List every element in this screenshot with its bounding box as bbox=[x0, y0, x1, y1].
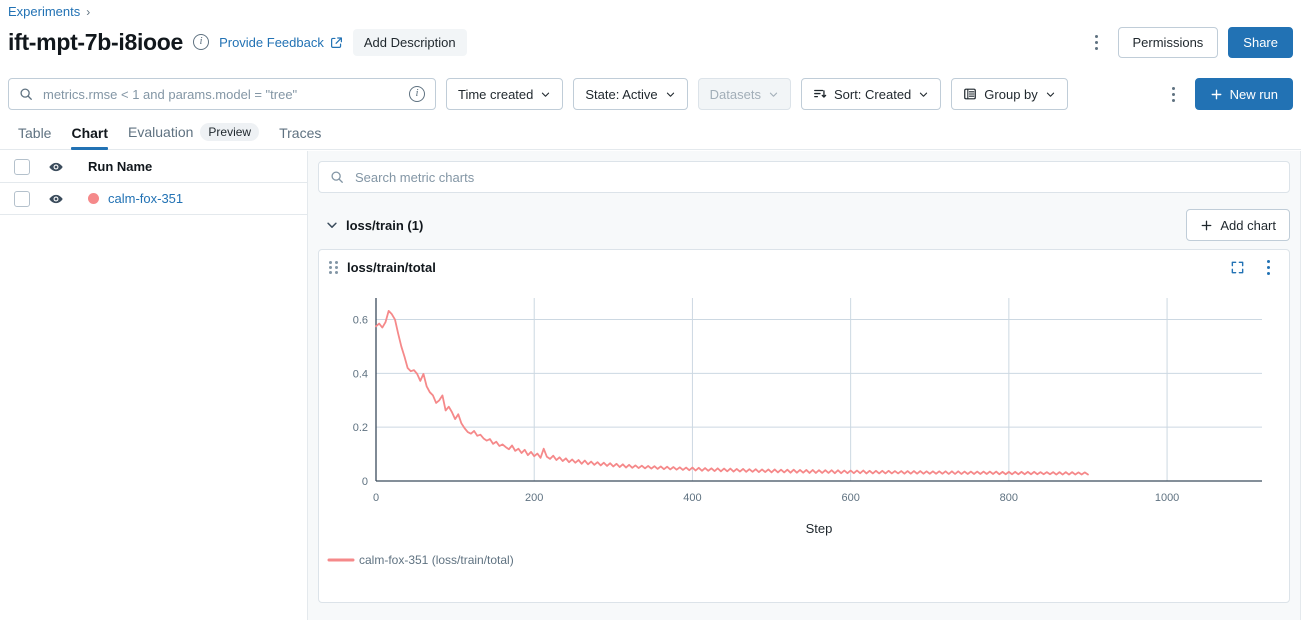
run-name-cell: calm-fox-351 bbox=[82, 191, 183, 206]
add-chart-button[interactable]: Add chart bbox=[1186, 209, 1290, 241]
x-axis-tick-label: 800 bbox=[1000, 492, 1018, 504]
search-info-icon[interactable]: i bbox=[409, 86, 425, 102]
page-title: ift-mpt-7b-i8iooe bbox=[8, 28, 184, 55]
add-description-button[interactable]: Add Description bbox=[352, 28, 467, 56]
chart-card-title: loss/train/total bbox=[347, 259, 436, 275]
chevron-down-icon bbox=[920, 92, 928, 97]
provide-feedback-link[interactable]: Provide Feedback bbox=[219, 35, 343, 50]
metric-search-box[interactable] bbox=[318, 161, 1290, 193]
x-axis-tick-label: 0 bbox=[373, 492, 379, 504]
info-icon[interactable]: i bbox=[193, 34, 210, 50]
toolbar-kebab-menu-icon[interactable] bbox=[1163, 81, 1185, 107]
chevron-down-icon bbox=[769, 92, 778, 97]
chevron-down-icon bbox=[542, 92, 550, 97]
eye-icon bbox=[49, 162, 63, 171]
tab-table-label: Table bbox=[18, 125, 52, 141]
row-visibility-toggle[interactable] bbox=[30, 191, 82, 207]
legend-label[interactable]: calm-fox-351 (loss/train/total) bbox=[359, 553, 514, 567]
provide-feedback-label: Provide Feedback bbox=[219, 34, 324, 50]
external-link-icon bbox=[330, 36, 342, 48]
metric-chart-card: loss/train/total 0 0.2 0.4 0.6 0 200 400 600 800… bbox=[318, 249, 1290, 603]
new-run-button[interactable]: New run bbox=[1194, 78, 1293, 110]
metric-search-input[interactable] bbox=[353, 168, 1278, 186]
breadcrumb-experiments-link[interactable]: Experiments bbox=[8, 4, 80, 19]
runs-panel: Run Name calm-fox-351 bbox=[0, 151, 308, 620]
datasets-filter: Datasets bbox=[697, 78, 791, 110]
collapse-group-toggle[interactable] bbox=[318, 218, 346, 232]
state-label: State: Active bbox=[585, 86, 658, 102]
chart-kebab-menu-icon[interactable] bbox=[1257, 254, 1279, 280]
metric-group-label: loss/train (1) bbox=[346, 217, 424, 233]
y-axis-tick-label: 0.4 bbox=[353, 368, 368, 380]
x-axis-tick-label: 400 bbox=[683, 492, 701, 504]
drag-handle-icon[interactable] bbox=[329, 260, 338, 274]
kebab-menu-icon[interactable] bbox=[1086, 29, 1108, 55]
row-checkbox[interactable] bbox=[14, 190, 30, 207]
visibility-header-icon[interactable] bbox=[30, 159, 82, 175]
preview-badge: Preview bbox=[200, 123, 260, 141]
permissions-button[interactable]: Permissions bbox=[1117, 26, 1219, 58]
time-created-filter[interactable]: Time created bbox=[446, 78, 564, 110]
add-chart-label: Add chart bbox=[1220, 217, 1276, 233]
y-axis-tick-label: 0.2 bbox=[353, 422, 368, 434]
share-button[interactable]: Share bbox=[1228, 26, 1293, 58]
breadcrumb-separator: › bbox=[86, 4, 91, 19]
time-created-label: Time created bbox=[458, 86, 534, 102]
experiment-page: Experiments › ift-mpt-7b-i8iooe i Provid… bbox=[0, 0, 1301, 620]
chart-plot-area: 0 0.2 0.4 0.6 0 200 400 600 800 1000 Step calm-fox-… bbox=[319, 284, 1289, 602]
run-color-swatch bbox=[88, 193, 99, 204]
view-tabs: Table Chart Evaluation Preview Traces bbox=[0, 120, 1301, 150]
charts-panel: loss/train (1) Add chart loss/train/tota… bbox=[308, 151, 1301, 620]
chart-series-line bbox=[375, 310, 1089, 476]
x-axis-tick-label: 1000 bbox=[1155, 492, 1179, 504]
search-input[interactable] bbox=[41, 85, 401, 103]
run-name-column-header: Run Name bbox=[88, 159, 153, 174]
run-name-link[interactable]: calm-fox-351 bbox=[108, 191, 183, 206]
tab-chart-label: Chart bbox=[71, 125, 109, 141]
filter-toolbar: i Time created State: Active Datasets bbox=[8, 78, 1293, 110]
title-row: ift-mpt-7b-i8iooe i Provide Feedback Add… bbox=[8, 24, 1293, 60]
sort-label: Sort: Created bbox=[833, 86, 912, 102]
table-row[interactable]: calm-fox-351 bbox=[0, 183, 307, 215]
loss-train-total-line-chart[interactable]: 0 0.2 0.4 0.6 0 200 400 600 800 1000 Step calm-fox-… bbox=[319, 284, 1274, 602]
tab-evaluation[interactable]: Evaluation Preview bbox=[118, 123, 269, 149]
datasets-label: Datasets bbox=[709, 86, 761, 102]
new-run-label: New run bbox=[1229, 86, 1278, 102]
metric-group-header: loss/train (1) Add chart bbox=[318, 201, 1290, 249]
search-icon bbox=[331, 171, 343, 183]
search-icon bbox=[20, 88, 32, 100]
tab-traces[interactable]: Traces bbox=[269, 125, 331, 149]
search-runs-box[interactable]: i bbox=[8, 78, 436, 110]
tab-evaluation-label: Evaluation bbox=[128, 124, 194, 140]
group-by-control[interactable]: Group by bbox=[951, 78, 1068, 110]
state-filter[interactable]: State: Active bbox=[573, 78, 688, 110]
fullscreen-icon[interactable] bbox=[1226, 256, 1248, 278]
x-axis-title: Step bbox=[806, 521, 833, 536]
y-axis-tick-label: 0 bbox=[362, 476, 368, 488]
x-axis-tick-label: 200 bbox=[525, 492, 543, 504]
sort-icon bbox=[814, 89, 827, 98]
group-by-label: Group by bbox=[984, 86, 1038, 102]
chevron-down-icon bbox=[327, 222, 337, 228]
tab-chart[interactable]: Chart bbox=[61, 125, 118, 150]
table-icon bbox=[964, 88, 977, 100]
chevron-down-icon bbox=[1046, 92, 1054, 97]
runs-table-header: Run Name bbox=[0, 151, 307, 183]
tab-traces-label: Traces bbox=[279, 125, 322, 141]
chevron-down-icon bbox=[666, 92, 674, 97]
sort-control[interactable]: Sort: Created bbox=[800, 78, 942, 110]
select-all-checkbox[interactable] bbox=[14, 158, 30, 175]
x-axis-tick-label: 600 bbox=[841, 492, 859, 504]
breadcrumb: Experiments › bbox=[8, 4, 90, 19]
plus-icon bbox=[1201, 220, 1212, 230]
eye-icon bbox=[49, 194, 63, 203]
chart-card-header: loss/train/total bbox=[319, 250, 1289, 284]
tab-table[interactable]: Table bbox=[8, 125, 61, 149]
y-axis-tick-label: 0.6 bbox=[353, 315, 368, 327]
plus-icon bbox=[1211, 89, 1221, 99]
